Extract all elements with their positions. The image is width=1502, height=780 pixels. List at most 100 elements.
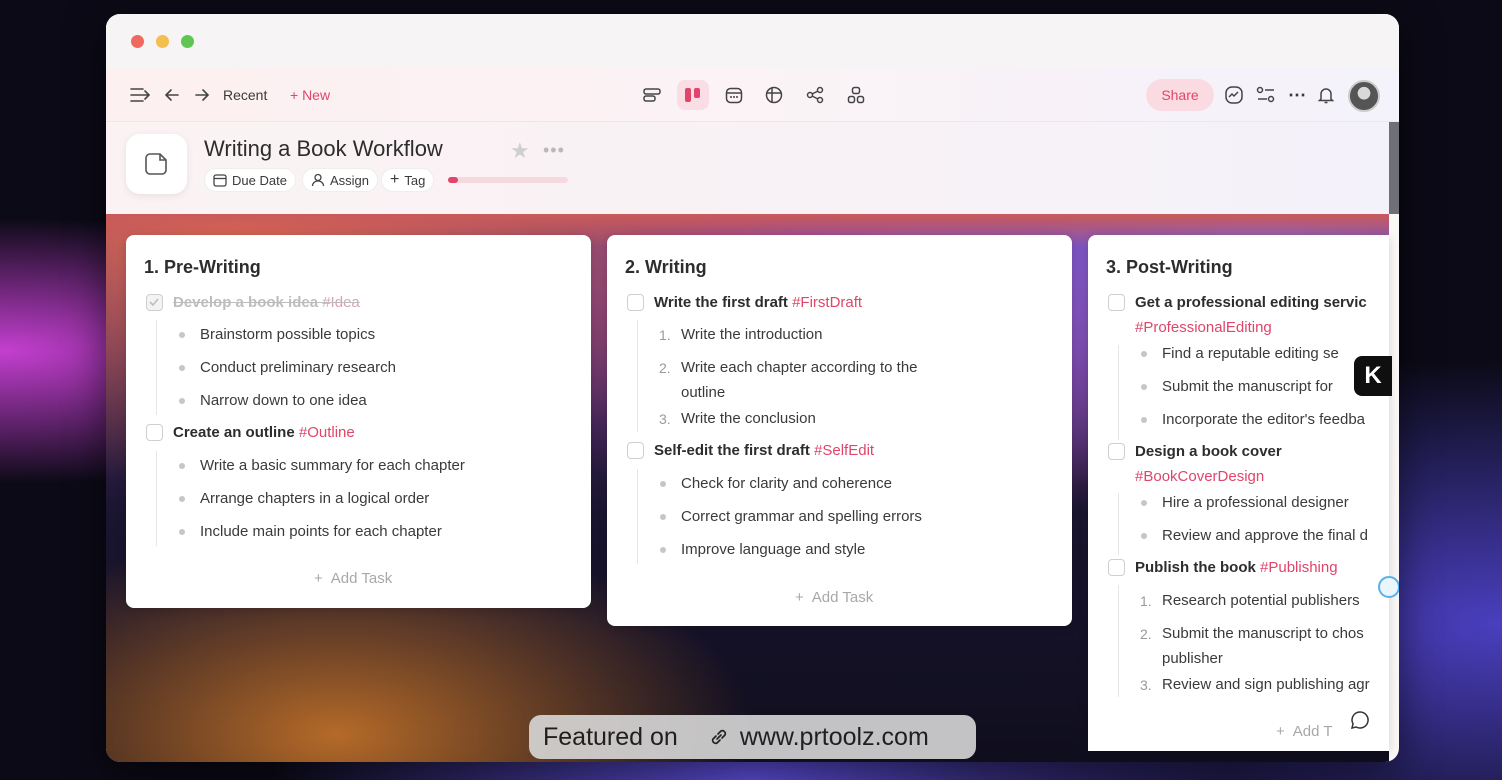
k-extension-badge[interactable]: K bbox=[1354, 356, 1392, 396]
title-more-icon[interactable]: ••• bbox=[543, 140, 565, 161]
link-icon bbox=[711, 729, 726, 745]
bullet bbox=[179, 365, 185, 371]
close-window-button[interactable] bbox=[131, 35, 144, 48]
star-icon[interactable]: ★ bbox=[510, 138, 530, 164]
bullet bbox=[179, 398, 185, 404]
subtask[interactable]: Brainstorm possible topics bbox=[200, 323, 375, 347]
filter-settings-icon[interactable] bbox=[1256, 68, 1276, 122]
task-checkbox[interactable] bbox=[627, 442, 644, 459]
subtask-guide bbox=[156, 320, 157, 415]
floating-assistant-icon[interactable] bbox=[1378, 576, 1399, 598]
subtask[interactable]: Research potential publishers bbox=[1162, 589, 1360, 613]
task-title[interactable]: Self-edit the first draft #SelfEdit bbox=[654, 442, 874, 459]
subtask-guide bbox=[1118, 585, 1119, 697]
task-title[interactable]: Publish the book #Publishing bbox=[1135, 559, 1338, 576]
board-view-icon[interactable] bbox=[677, 80, 709, 110]
new-button[interactable]: + New bbox=[290, 68, 330, 122]
calendar-icon bbox=[213, 174, 227, 187]
assign-chip[interactable]: Assign bbox=[302, 168, 379, 192]
more-options-icon[interactable]: ⋯ bbox=[1288, 68, 1306, 122]
subtask[interactable]: Conduct preliminary research bbox=[200, 356, 396, 380]
bullet bbox=[1141, 533, 1147, 539]
subtask[interactable]: Write a basic summary for each chapter bbox=[200, 454, 465, 478]
mindmap-view-icon[interactable] bbox=[799, 80, 831, 110]
calendar-view-icon[interactable] bbox=[718, 80, 750, 110]
scrollbar[interactable] bbox=[1389, 122, 1399, 214]
subtask-continued[interactable]: outline bbox=[681, 381, 725, 405]
subtask[interactable]: Submit the manuscript for bbox=[1162, 375, 1333, 399]
task-title[interactable]: Get a professional editing servic bbox=[1135, 294, 1367, 311]
minimize-window-button[interactable] bbox=[156, 35, 169, 48]
sidebar-toggle-icon[interactable] bbox=[130, 68, 150, 122]
task-checkbox[interactable] bbox=[1108, 294, 1125, 311]
task-tag[interactable]: #Outline bbox=[299, 424, 355, 441]
subtask[interactable]: Narrow down to one idea bbox=[200, 389, 367, 413]
list-number: 2. bbox=[659, 360, 671, 376]
task-tag[interactable]: #BookCoverDesign bbox=[1135, 468, 1264, 485]
task-checkbox[interactable] bbox=[146, 294, 163, 311]
task-tag[interactable]: #SelfEdit bbox=[814, 442, 874, 459]
subtask-guide bbox=[1118, 345, 1119, 440]
subtask[interactable]: Write each chapter according to the bbox=[681, 356, 918, 380]
recent-button[interactable]: Recent bbox=[223, 68, 267, 122]
featured-on-banner[interactable]: Featured on www.prtoolz.com bbox=[529, 715, 976, 759]
subtask[interactable]: Write the introduction bbox=[681, 323, 822, 347]
task-title[interactable]: Create an outline #Outline bbox=[173, 424, 355, 441]
subtask-guide bbox=[637, 469, 638, 564]
featured-link[interactable]: www.prtoolz.com bbox=[708, 723, 929, 752]
task-title[interactable]: Design a book cover bbox=[1135, 443, 1282, 460]
share-button[interactable]: Share bbox=[1146, 79, 1214, 111]
subtask[interactable]: Review and sign publishing agr bbox=[1162, 673, 1370, 697]
column-title[interactable]: 1. Pre-Writing bbox=[144, 257, 261, 278]
chat-bubble-icon[interactable] bbox=[1350, 710, 1370, 735]
task-checkbox[interactable] bbox=[627, 294, 644, 311]
tag-chip[interactable]: + Tag bbox=[381, 168, 435, 192]
subtask-guide bbox=[637, 320, 638, 432]
task-checkbox[interactable] bbox=[146, 424, 163, 441]
bullet bbox=[179, 332, 185, 338]
notification-bell-icon[interactable] bbox=[1317, 68, 1335, 122]
activity-icon[interactable] bbox=[1224, 68, 1244, 122]
add-task-button[interactable]: + Add T bbox=[1276, 723, 1333, 740]
column-title[interactable]: 2. Writing bbox=[625, 257, 707, 278]
add-task-button[interactable]: + Add Task bbox=[795, 589, 873, 606]
subtask[interactable]: Find a reputable editing se bbox=[1162, 342, 1339, 366]
column-post-writing: 3. Post-Writing Get a professional editi… bbox=[1088, 235, 1389, 751]
page-title[interactable]: Writing a Book Workflow bbox=[204, 136, 443, 162]
due-date-label: Due Date bbox=[232, 172, 287, 188]
avatar[interactable] bbox=[1348, 80, 1380, 112]
column-title[interactable]: 3. Post-Writing bbox=[1106, 257, 1233, 278]
task-checkbox[interactable] bbox=[1108, 443, 1125, 460]
subtask[interactable]: Improve language and style bbox=[681, 538, 865, 562]
list-number: 1. bbox=[1140, 593, 1152, 609]
subtask[interactable]: Include main points for each chapter bbox=[200, 520, 442, 544]
task-tag[interactable]: #Publishing bbox=[1260, 559, 1338, 576]
due-date-chip[interactable]: Due Date bbox=[204, 168, 296, 192]
list-number: 3. bbox=[1140, 677, 1152, 693]
task-title[interactable]: Develop a book idea #Idea bbox=[173, 294, 360, 311]
subtask[interactable]: Arrange chapters in a logical order bbox=[200, 487, 429, 511]
subtask[interactable]: Write the conclusion bbox=[681, 407, 816, 431]
table-view-icon[interactable] bbox=[758, 80, 790, 110]
subtask[interactable]: Submit the manuscript to chos bbox=[1162, 622, 1364, 646]
subtask-continued[interactable]: publisher bbox=[1162, 647, 1223, 671]
subtask[interactable]: Check for clarity and coherence bbox=[681, 472, 892, 496]
task-title[interactable]: Write the first draft #FirstDraft bbox=[654, 294, 862, 311]
document-icon[interactable] bbox=[126, 134, 187, 194]
list-view-icon[interactable] bbox=[636, 80, 668, 110]
maximize-window-button[interactable] bbox=[181, 35, 194, 48]
title-bar bbox=[106, 14, 1399, 68]
subtask[interactable]: Incorporate the editor's feedba bbox=[1162, 408, 1365, 432]
subtask[interactable]: Hire a professional designer bbox=[1162, 491, 1349, 515]
task-tag[interactable]: #Idea bbox=[322, 294, 360, 311]
task-checkbox[interactable] bbox=[1108, 559, 1125, 576]
plus-icon: + bbox=[390, 171, 400, 188]
task-tag[interactable]: #FirstDraft bbox=[792, 294, 862, 311]
org-view-icon[interactable] bbox=[840, 80, 872, 110]
add-task-button[interactable]: + Add Task bbox=[314, 570, 392, 587]
task-tag[interactable]: #ProfessionalEditing bbox=[1135, 319, 1272, 336]
subtask[interactable]: Correct grammar and spelling errors bbox=[681, 505, 922, 529]
subtask[interactable]: Review and approve the final d bbox=[1162, 524, 1368, 548]
forward-arrow-icon[interactable] bbox=[194, 68, 210, 122]
back-arrow-icon[interactable] bbox=[164, 68, 180, 122]
